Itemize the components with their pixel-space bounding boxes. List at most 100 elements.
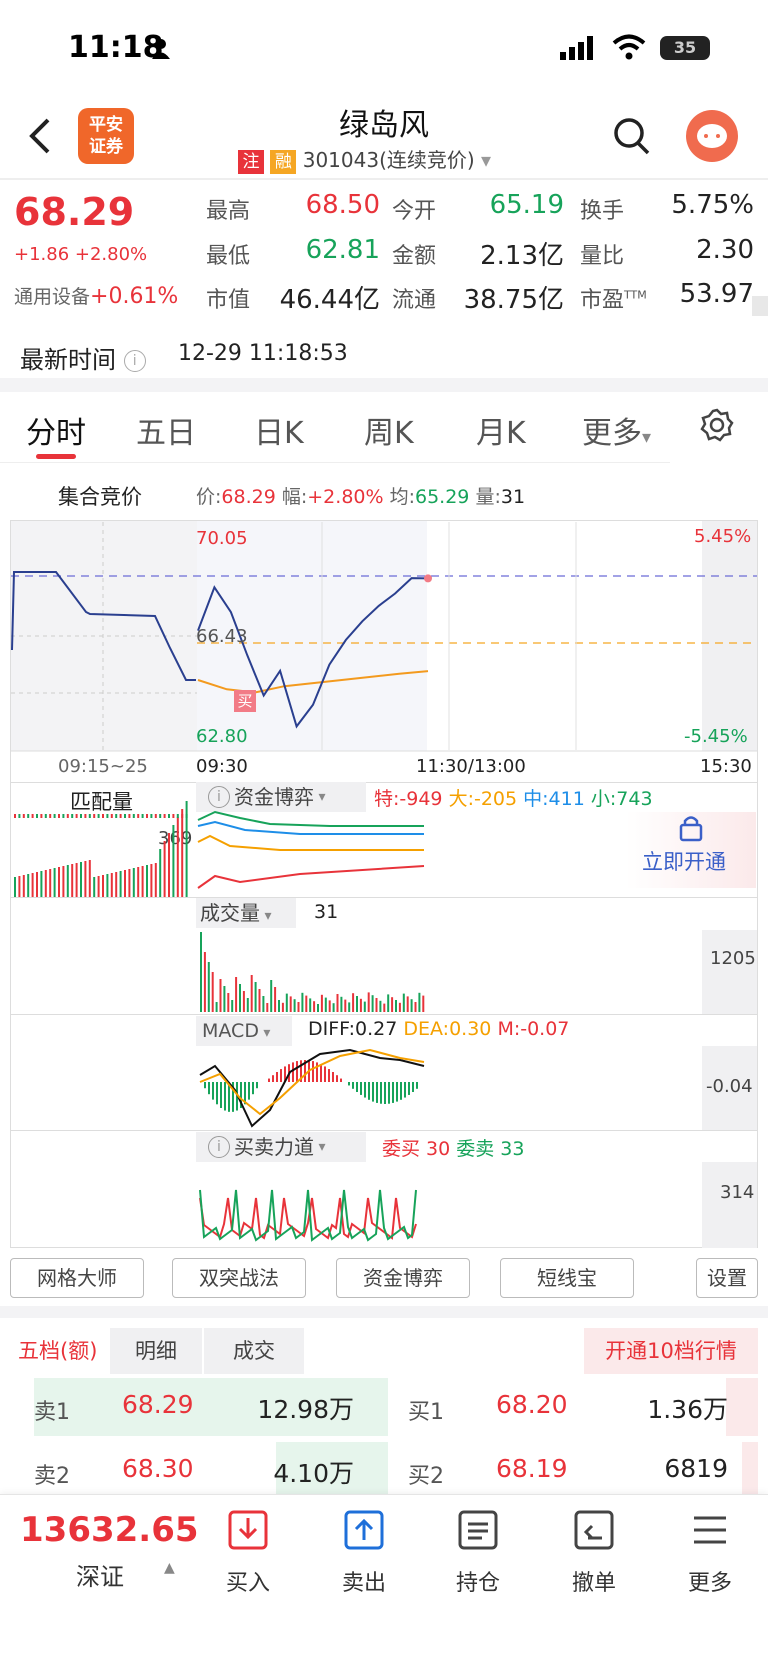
volume-bar <box>356 996 358 1012</box>
tab-level5[interactable]: 五档(额) <box>10 1328 108 1374</box>
macd-bar <box>356 1082 358 1092</box>
section-gap <box>0 1306 768 1318</box>
macd-bar <box>276 1072 278 1082</box>
match-volume-bar <box>88 860 91 897</box>
volume-bar <box>418 992 421 1012</box>
chip-short-line[interactable]: 短线宝 <box>500 1258 634 1298</box>
nav-cancel-order[interactable]: 撤单 <box>554 1565 634 1597</box>
buy1-volume: 1.36万 <box>647 1395 728 1424</box>
buy2-price[interactable]: 68.19 <box>496 1454 568 1483</box>
match-volume-tick <box>71 814 74 818</box>
volume-bar <box>293 999 296 1012</box>
sell2-price[interactable]: 68.30 <box>122 1454 194 1483</box>
volume-bar <box>215 1002 218 1012</box>
macd-bar <box>332 1072 334 1082</box>
sell1-volume: 12.98万 <box>257 1395 354 1424</box>
sell2-label: 卖2 <box>34 1464 70 1489</box>
volume-bar <box>285 993 288 1012</box>
match-volume-bar <box>132 868 135 897</box>
fund-mid-line <box>197 820 424 835</box>
volume-bar <box>402 993 405 1012</box>
buy1-label: 买1 <box>408 1400 444 1425</box>
match-volume-bar <box>115 872 118 897</box>
macd-bar <box>320 1064 322 1082</box>
volume-bar <box>200 932 202 1012</box>
match-volume-tick <box>163 814 166 818</box>
chip-fund-game[interactable]: 资金博弈 <box>336 1258 470 1298</box>
macd-bar <box>352 1082 354 1089</box>
match-volume-tick <box>106 814 109 818</box>
match-volume-tick <box>168 814 170 818</box>
match-volume-bar <box>44 870 47 897</box>
caret-up-icon[interactable]: ▲ <box>164 1560 175 1576</box>
macd-bar <box>360 1082 362 1095</box>
volume-bar <box>395 1000 397 1012</box>
sell1-price[interactable]: 68.29 <box>122 1390 194 1419</box>
buy1-price[interactable]: 68.20 <box>496 1390 568 1419</box>
cancel-order-icon[interactable] <box>574 1510 614 1550</box>
macd-bar <box>324 1066 326 1082</box>
menu-icon[interactable] <box>690 1510 730 1550</box>
nav-buy[interactable]: 买入 <box>208 1565 288 1597</box>
index-value[interactable]: 13632.65 <box>20 1510 199 1550</box>
match-volume-bar <box>137 867 140 897</box>
match-volume-tick <box>115 814 118 818</box>
macd-bar <box>208 1082 210 1095</box>
chip-grid-master[interactable]: 网格大师 <box>10 1258 144 1298</box>
volume-bar <box>352 993 355 1012</box>
volume-bar <box>219 979 222 1012</box>
match-volume-tick <box>154 814 157 818</box>
match-volume-tick <box>44 814 47 818</box>
match-volume-bar <box>93 877 96 897</box>
match-volume-bar <box>31 873 34 897</box>
volume-bar <box>371 995 374 1012</box>
volume-bar <box>363 1001 366 1012</box>
match-volume-bar <box>146 865 148 897</box>
tab-trades[interactable]: 成交 <box>204 1328 304 1374</box>
macd-bar <box>220 1082 222 1108</box>
volume-bar <box>239 984 241 1012</box>
match-volume-tick <box>159 814 162 818</box>
macd-bar <box>248 1082 250 1100</box>
match-volume-bar <box>14 877 16 897</box>
match-volume-tick <box>128 814 131 818</box>
macd-bar <box>408 1082 410 1095</box>
nav-sell[interactable]: 卖出 <box>324 1565 404 1597</box>
volume-bar <box>281 1002 284 1012</box>
buy2-volume: 6819 <box>664 1454 728 1483</box>
chip-double-break[interactable]: 双突战法 <box>172 1258 306 1298</box>
macd-bar <box>216 1082 218 1105</box>
match-volume-bar <box>58 867 60 897</box>
match-volume-bar <box>84 861 87 897</box>
upgrade-level10-button[interactable]: 开通10档行情 <box>584 1328 758 1374</box>
match-volume-tick <box>93 814 96 818</box>
match-volume-tick <box>141 814 144 818</box>
index-name[interactable]: 深证 <box>76 1557 124 1592</box>
volume-bar <box>289 996 292 1012</box>
nav-more[interactable]: 更多 <box>670 1565 750 1597</box>
volume-bar <box>297 1002 300 1012</box>
macd-bar <box>380 1082 382 1104</box>
nav-holdings[interactable]: 持仓 <box>438 1565 518 1597</box>
macd-bar <box>256 1082 258 1089</box>
tab-detail[interactable]: 明细 <box>110 1328 202 1374</box>
buy2-bar <box>742 1442 758 1500</box>
volume-bar <box>348 1002 351 1012</box>
match-volume-bar <box>49 869 52 897</box>
match-volume-bar <box>124 870 126 897</box>
match-volume-tick <box>18 814 21 818</box>
fund-super-line <box>197 865 425 889</box>
buy-icon[interactable] <box>228 1510 268 1550</box>
volume-bar <box>250 975 253 1012</box>
holdings-icon[interactable] <box>458 1510 498 1550</box>
match-volume-tick <box>137 814 140 818</box>
sell-icon[interactable] <box>344 1510 384 1550</box>
macd-bar <box>312 1061 314 1082</box>
volume-bar <box>410 999 413 1012</box>
match-volume-tick <box>132 814 135 818</box>
volume-bar <box>305 995 308 1012</box>
macd-bar <box>340 1078 342 1082</box>
chip-settings[interactable]: 设置 <box>696 1258 758 1298</box>
buy2-label: 买2 <box>408 1464 444 1489</box>
volume-bar <box>242 991 245 1012</box>
